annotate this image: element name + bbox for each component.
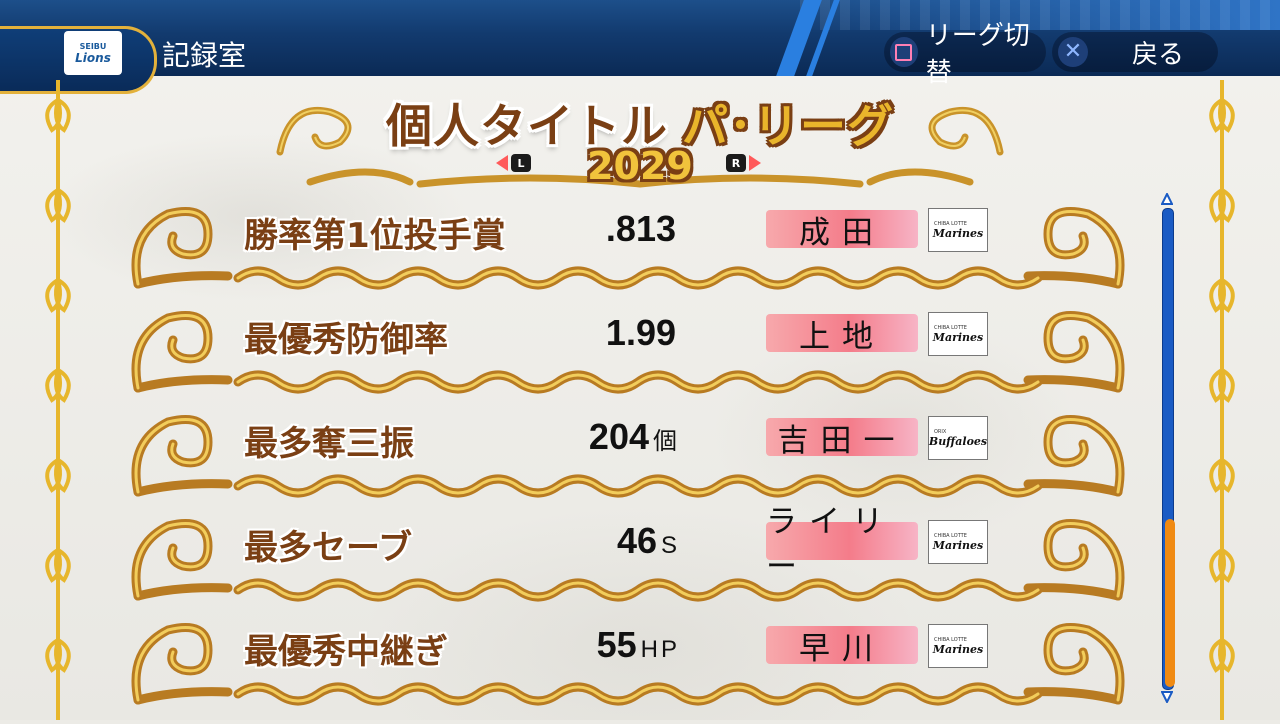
award-value-unit: HP [640, 636, 680, 663]
r-key-icon: R [726, 154, 746, 172]
award-value-number: 204 [588, 416, 649, 457]
prev-year-button[interactable]: L [496, 154, 531, 172]
award-row[interactable]: 勝率第1位投手賞 .813 成田 CHIBA LOTTE Marines [118, 194, 1138, 298]
page-header: 個人タイトル パ･リーグ 2029 L R [270, 72, 1010, 192]
award-value: 55 HP [597, 624, 680, 666]
team-logo-name: Buffaloes [928, 434, 988, 448]
award-value-number: .813 [605, 208, 676, 249]
award-row[interactable]: 最多セーブ 46 S ライリー CHIBA LOTTE Marines [118, 504, 1138, 610]
player-name: 早川 [766, 626, 918, 667]
team-logo-badge: ORIX Buffaloes [928, 416, 988, 460]
award-value-unit: 個 [653, 428, 680, 455]
l-key-icon: L [511, 154, 531, 172]
award-value: 1.99 [606, 312, 680, 354]
team-logo-name: Marines [932, 330, 984, 344]
left-arrow-icon [496, 155, 508, 171]
scroll-thumb[interactable] [1165, 519, 1175, 687]
team-logo-name: Lions [75, 50, 111, 65]
player-name: 吉田一 [766, 418, 918, 459]
right-arrow-icon [749, 155, 761, 171]
scroll-track[interactable] [1162, 208, 1175, 690]
square-button-icon [890, 37, 918, 67]
scrollbar[interactable] [1160, 192, 1175, 704]
player-name: ライリー [766, 504, 918, 585]
back-label: 戻る [1132, 39, 1185, 70]
team-logo-badge: CHIBA LOTTE Marines [928, 208, 988, 252]
team-logo-name: Marines [932, 538, 984, 552]
award-value-number: 1.99 [605, 312, 676, 353]
team-logo-badge: CHIBA LOTTE Marines [928, 520, 988, 564]
award-row[interactable]: 最優秀中継ぎ 55 HP 早川 CHIBA LOTTE Marines [118, 610, 1138, 714]
league-switch-button[interactable]: リーグ切替 [884, 21, 1046, 88]
next-year-button[interactable]: R [726, 154, 761, 172]
scroll-down-icon[interactable] [1160, 690, 1174, 704]
team-logo-top: SEIBU [79, 41, 107, 51]
award-title: 最多セーブ [244, 528, 412, 568]
team-logo-name: Marines [932, 226, 984, 240]
award-title: 最多奪三振 [244, 424, 414, 464]
player-name: 上地 [766, 314, 918, 355]
award-value: 46 S [617, 520, 680, 562]
award-value: 204 個 [589, 416, 680, 458]
award-value: .813 [606, 208, 680, 250]
scroll-up-icon[interactable] [1160, 192, 1174, 206]
award-value-number: 55 [596, 624, 637, 665]
award-title: 最優秀中継ぎ [244, 632, 448, 672]
left-ornament-border [34, 80, 82, 720]
award-title: 最優秀防御率 [244, 320, 448, 360]
player-name: 成田 [766, 210, 918, 251]
season-year: 2029 [587, 144, 693, 188]
award-value-unit: S [660, 532, 680, 559]
right-ornament-border [1198, 80, 1246, 720]
award-title: 勝率第1位投手賞 [244, 216, 506, 256]
screen-title: 記録室 [162, 39, 247, 72]
award-value-number: 46 [616, 520, 657, 561]
award-row[interactable]: 最優秀防御率 1.99 上地 CHIBA LOTTE Marines [118, 298, 1138, 402]
cross-button-icon: ✕ [1058, 37, 1088, 67]
back-button[interactable]: ✕ 戻る [1052, 32, 1218, 72]
award-row[interactable]: 最多奪三振 204 個 吉田一 ORIX Buffaloes [118, 402, 1138, 506]
team-logo-badge: CHIBA LOTTE Marines [928, 624, 988, 668]
team-logo: SEIBU Lions [64, 31, 122, 75]
team-logo-name: Marines [932, 642, 984, 656]
team-logo-badge: CHIBA LOTTE Marines [928, 312, 988, 356]
